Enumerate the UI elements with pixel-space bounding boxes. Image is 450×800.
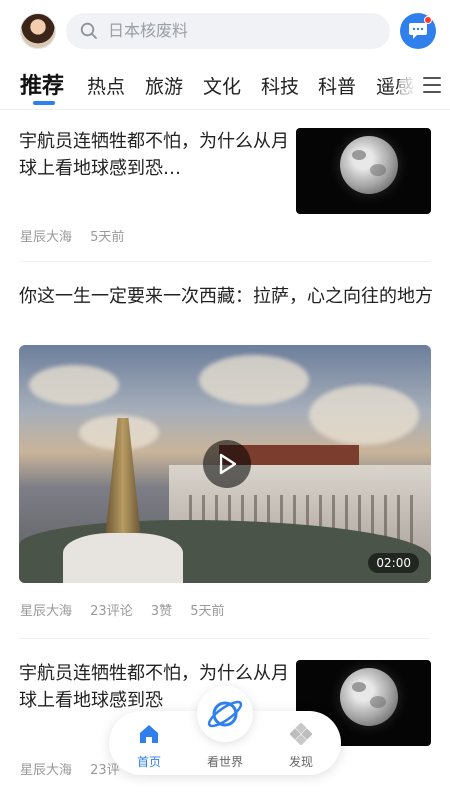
top-bar: 日本核废料 — [0, 0, 450, 62]
tab-tech[interactable]: 科技 — [261, 62, 299, 109]
video-duration: 02:00 — [368, 553, 419, 573]
nav-discover[interactable]: 发现 — [271, 711, 331, 775]
home-icon — [140, 725, 158, 743]
article-source: 星辰大海 — [20, 230, 73, 245]
cloud — [199, 355, 309, 405]
article-title[interactable]: 宇航员连牺牲都不怕，为什么从月球上看地球感到恐… — [19, 128, 289, 182]
stupa — [63, 380, 183, 583]
discover-icon — [290, 723, 312, 745]
video-title[interactable]: 你这一生一定要来一次西藏：拉萨，心之向往的地方 — [19, 283, 434, 310]
chat-icon — [409, 23, 427, 39]
play-button[interactable] — [203, 440, 251, 488]
article-comments[interactable]: 23评 — [90, 763, 120, 778]
video-comments[interactable]: 23评论 — [90, 604, 133, 619]
category-tabs: 推荐 热点 旅游 文化 科技 科普 遥感 — [0, 62, 450, 110]
tab-culture[interactable]: 文化 — [203, 62, 241, 109]
video-player[interactable]: 02:00 — [19, 345, 431, 583]
search-placeholder: 日本核废料 — [108, 21, 189, 40]
article-meta: 星辰大海 5天前 — [20, 226, 138, 245]
tab-travel[interactable]: 旅游 — [145, 62, 183, 109]
divider — [20, 261, 430, 262]
message-button[interactable] — [400, 13, 436, 49]
moon-image — [340, 136, 398, 194]
video-likes[interactable]: 3赞 — [151, 604, 172, 619]
avatar[interactable] — [20, 13, 56, 49]
stupa-base — [63, 533, 183, 583]
video-meta: 星辰大海 23评论 3赞 5天前 — [20, 600, 239, 619]
divider — [20, 638, 430, 639]
article-source: 星辰大海 — [20, 763, 73, 778]
world-button[interactable] — [197, 686, 253, 742]
stupa-spire — [105, 418, 141, 538]
article-time: 5天前 — [90, 230, 125, 245]
cloud — [309, 385, 419, 445]
active-tab-indicator — [33, 101, 55, 105]
nav-home[interactable]: 首页 — [119, 711, 179, 775]
planet-icon — [207, 700, 243, 728]
nav-discover-label: 发现 — [288, 755, 313, 769]
search-input[interactable]: 日本核废料 — [66, 13, 390, 49]
play-icon — [219, 453, 237, 475]
tab-science[interactable]: 科普 — [318, 62, 356, 109]
moon-image — [340, 668, 398, 726]
notification-dot — [424, 16, 432, 24]
tab-hot[interactable]: 热点 — [87, 62, 125, 109]
search-icon — [80, 22, 97, 39]
nav-world-label: 看世界 — [206, 755, 243, 769]
video-source: 星辰大海 — [20, 604, 73, 619]
video-time: 5天前 — [190, 604, 225, 619]
moon-thumbnail[interactable] — [296, 128, 431, 214]
nav-home-label: 首页 — [136, 755, 161, 769]
menu-icon[interactable] — [423, 77, 441, 93]
